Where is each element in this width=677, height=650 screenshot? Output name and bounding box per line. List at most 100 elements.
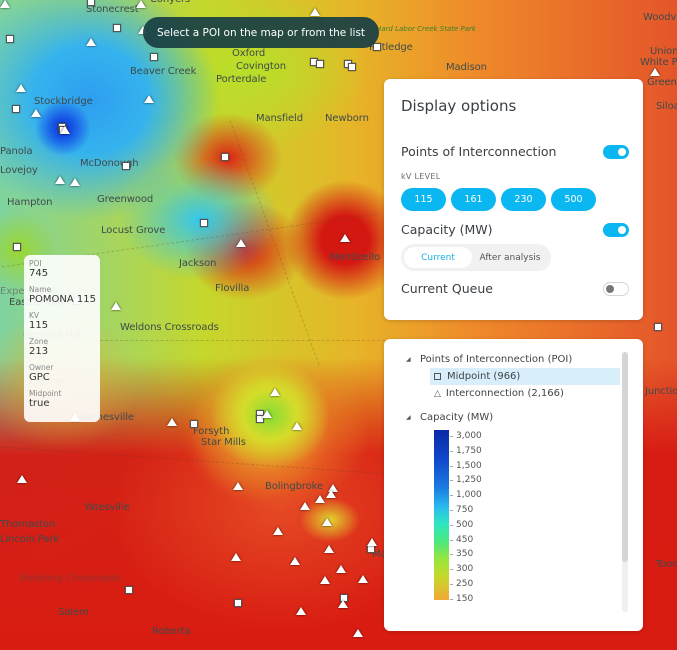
interconnection-marker-icon[interactable] — [0, 0, 10, 8]
tooltip-field: Zone 213 — [29, 337, 96, 358]
legend-group-label: Points of Interconnection (POI) — [420, 354, 573, 365]
interconnection-marker-icon[interactable] — [367, 538, 377, 546]
poi-tooltip: POI 745 Name POMONA 115 KV 115 Zone 213 Owne… — [24, 255, 100, 422]
legend-group-capacity[interactable]: ◢ Capacity (MW) — [406, 409, 643, 426]
capacity-toggle[interactable] — [603, 222, 629, 237]
interconnection-marker-icon[interactable] — [273, 527, 283, 535]
interconnection-marker-icon[interactable] — [650, 68, 660, 76]
place-label: Porterdale — [216, 74, 267, 85]
place-label: Flovilla — [215, 283, 250, 294]
interconnection-marker-icon[interactable] — [86, 38, 96, 46]
legend-item-interconnection[interactable]: △ Interconnection (2,166) — [430, 385, 620, 402]
midpoint-marker-icon[interactable] — [316, 60, 324, 68]
tooltip-value: 745 — [29, 268, 49, 279]
midpoint-marker-icon[interactable] — [6, 35, 14, 43]
interconnection-marker-icon[interactable] — [55, 176, 65, 184]
interconnection-marker-icon[interactable] — [31, 109, 41, 117]
poi-option-label: Points of Interconnection — [401, 144, 557, 159]
kv-level-buttons: 115 161 230 500 — [401, 188, 629, 211]
interconnection-marker-icon[interactable] — [70, 178, 80, 186]
tooltip-field: Midpoint true — [29, 389, 96, 410]
ramp-tick-mark — [450, 524, 453, 526]
midpoint-marker-icon[interactable] — [373, 43, 381, 51]
midpoint-marker-icon[interactable] — [234, 599, 242, 607]
road-line — [90, 340, 390, 341]
interconnection-marker-icon[interactable] — [17, 475, 27, 483]
interconnection-marker-icon[interactable] — [326, 490, 336, 498]
kv-230-button[interactable]: 230 — [501, 188, 546, 211]
legend-item-midpoint[interactable]: Midpoint (966) — [430, 368, 620, 385]
queue-option-label: Current Queue — [401, 281, 493, 296]
interconnection-marker-icon[interactable] — [353, 629, 363, 637]
place-label: Roberta — [152, 626, 191, 637]
capacity-mode-current[interactable]: Current — [404, 247, 472, 268]
interconnection-marker-icon[interactable] — [320, 576, 330, 584]
midpoint-marker-icon[interactable] — [12, 105, 20, 113]
interconnection-marker-icon[interactable] — [322, 518, 332, 526]
ramp-tick-mark — [450, 450, 453, 452]
capacity-option-row: Capacity (MW) — [401, 222, 629, 237]
ramp-tick-mark — [450, 510, 453, 511]
midpoint-marker-icon[interactable] — [367, 545, 375, 553]
place-label: Jackson — [179, 258, 217, 269]
interconnection-marker-icon[interactable] — [144, 95, 154, 103]
place-label: Conyers — [150, 0, 190, 5]
interconnection-marker-icon[interactable] — [111, 302, 121, 310]
legend-scrollbar-thumb[interactable] — [622, 352, 628, 562]
map-app: StonecrestConyersOxfordCovingtonBeaver C… — [0, 0, 677, 650]
interconnection-marker-icon[interactable] — [315, 495, 325, 503]
kv-115-button[interactable]: 115 — [401, 188, 446, 211]
tooltip-field: Owner GPC — [29, 363, 96, 384]
poi-toggle[interactable] — [603, 144, 629, 159]
kv-500-button[interactable]: 500 — [551, 188, 596, 211]
ramp-tick-label: 300 — [456, 564, 474, 575]
legend-group-poi[interactable]: ◢ Points of Interconnection (POI) — [406, 351, 643, 368]
midpoint-marker-icon[interactable] — [348, 63, 356, 71]
tooltip-value: 213 — [29, 346, 49, 357]
interconnection-marker-icon[interactable] — [233, 482, 243, 490]
interconnection-marker-icon[interactable] — [296, 607, 306, 615]
ramp-tick-mark — [450, 480, 453, 482]
tooltip-value: POMONA 115 — [29, 294, 96, 305]
interconnection-marker-icon[interactable] — [231, 553, 241, 561]
interconnection-marker-icon[interactable] — [300, 502, 310, 510]
tooltip-label: Name — [29, 285, 52, 294]
interconnection-marker-icon[interactable] — [270, 388, 280, 396]
midpoint-marker-icon[interactable] — [654, 323, 662, 331]
caret-down-icon[interactable]: ◢ — [406, 414, 420, 421]
place-label: Salem — [58, 607, 89, 618]
interconnection-marker-icon[interactable] — [236, 239, 246, 247]
queue-toggle[interactable] — [603, 281, 629, 296]
interconnection-marker-icon[interactable] — [167, 418, 177, 426]
place-label: Thomaston — [0, 519, 56, 530]
color-ramp-bar — [434, 430, 449, 600]
capacity-mode-after-analysis[interactable]: After analysis — [472, 247, 548, 268]
place-label: Greenwood — [97, 194, 154, 205]
midpoint-marker-icon[interactable] — [190, 420, 198, 428]
midpoint-marker-icon[interactable] — [150, 53, 158, 61]
place-label: Union Point — [650, 46, 677, 57]
kv-161-button[interactable]: 161 — [451, 188, 496, 211]
capacity-mode-selector: Current After analysis — [401, 244, 551, 271]
interconnection-marker-icon[interactable] — [60, 126, 70, 134]
midpoint-marker-icon[interactable] — [125, 586, 133, 594]
interconnection-marker-icon[interactable] — [16, 84, 26, 92]
interconnection-marker-icon[interactable] — [338, 600, 348, 608]
caret-down-icon[interactable]: ◢ — [406, 356, 420, 363]
midpoint-marker-icon[interactable] — [113, 24, 121, 32]
interconnection-marker-icon[interactable] — [292, 422, 302, 430]
midpoint-marker-icon[interactable] — [87, 0, 95, 6]
midpoint-marker-icon[interactable] — [122, 162, 130, 170]
interconnection-marker-icon[interactable] — [310, 8, 320, 16]
interconnection-marker-icon[interactable] — [290, 557, 300, 565]
interconnection-marker-icon[interactable] — [324, 545, 334, 553]
interconnection-marker-icon[interactable] — [336, 565, 346, 573]
legend-item-label: Interconnection (2,166) — [445, 388, 564, 399]
midpoint-marker-icon[interactable] — [200, 219, 208, 227]
midpoint-marker-icon[interactable] — [13, 243, 21, 251]
interconnection-marker-icon[interactable] — [340, 234, 350, 242]
midpoint-marker-icon[interactable] — [221, 153, 229, 161]
interconnection-marker-icon[interactable] — [358, 575, 368, 583]
interconnection-marker-icon[interactable] — [136, 0, 146, 8]
interconnection-marker-icon[interactable] — [262, 410, 272, 418]
